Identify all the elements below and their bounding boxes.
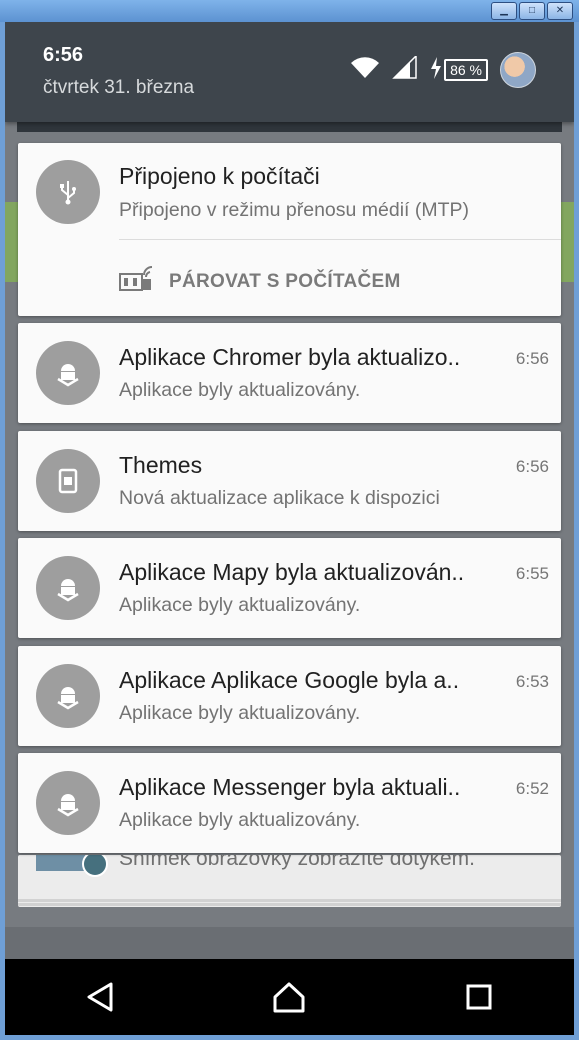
divider — [119, 239, 561, 240]
usb-notification[interactable]: Připojeno k počítači Připojeno v režimu … — [18, 143, 561, 316]
charging-icon — [430, 57, 442, 83]
clock: 6:56 — [43, 44, 84, 66]
usb-icon — [36, 160, 100, 224]
notification-card[interactable]: Aplikace Messenger byla aktuali.. Aplika… — [18, 753, 561, 853]
stack-edge — [18, 899, 561, 902]
stack-edge — [18, 903, 561, 906]
notification-title: Aplikace Messenger byla aktuali.. — [119, 774, 461, 800]
notification-card[interactable]: Themes Nová aktualizace aplikace k dispo… — [18, 431, 561, 531]
notification-title: Aplikace Chromer byla aktualizo.. — [119, 344, 461, 370]
home-button[interactable] — [249, 967, 329, 1027]
status-icons: 86 % — [350, 52, 536, 88]
notification-title: Připojeno k počítači — [119, 163, 320, 189]
minimize-button[interactable]: ▁ — [491, 2, 517, 20]
android-update-icon — [36, 556, 100, 620]
close-button[interactable]: ✕ — [547, 2, 573, 20]
action-label: PÁROVAT S POČÍTAČEM — [169, 271, 401, 292]
wifi-icon — [350, 56, 380, 85]
notification-text: Snímek obrazovky zobrazíte dotykem. — [119, 855, 475, 870]
back-icon — [87, 982, 113, 1012]
phone-screen: 6:56 čtvrtek 31. března 86 % Připojeno k… — [5, 22, 574, 1035]
battery-level: 86 % — [444, 59, 488, 81]
notification-text: Aplikace byly aktualizovány. — [119, 809, 361, 831]
notification-text: Nová aktualizace aplikace k dispozici — [119, 487, 440, 509]
battery-indicator: 86 % — [430, 57, 488, 83]
notification-time: 6:52 — [515, 779, 549, 798]
notification-text: Aplikace byly aktualizovány. — [119, 702, 361, 724]
notification-card[interactable]: Aplikace Aplikace Google byla a.. Aplika… — [18, 646, 561, 746]
maximize-button[interactable]: □ — [519, 2, 545, 20]
back-button[interactable] — [60, 967, 140, 1027]
notification-card[interactable]: Aplikace Mapy byla aktualizován.. Aplika… — [18, 538, 561, 638]
android-update-icon — [36, 341, 100, 405]
notification-time: 6:53 — [515, 672, 549, 691]
navigation-bar — [5, 959, 574, 1035]
user-avatar[interactable] — [500, 52, 536, 88]
notification-time: 6:56 — [515, 457, 549, 476]
notification-text: Aplikace byly aktualizovány. — [119, 379, 361, 401]
window-titlebar: ▁ □ ✕ — [0, 0, 579, 22]
android-update-icon — [36, 771, 100, 835]
notification-text: Aplikace byly aktualizovány. — [119, 594, 361, 616]
notification-time: 6:55 — [515, 564, 549, 583]
notification-card[interactable]: Aplikace Chromer byla aktualizo.. Aplika… — [18, 323, 561, 423]
notification-time: 6:56 — [515, 349, 549, 368]
signal-icon — [392, 53, 418, 85]
recents-button[interactable] — [439, 967, 519, 1027]
notification-text: Připojeno v režimu přenosu médií (MTP) — [119, 199, 470, 221]
status-header[interactable]: 6:56 čtvrtek 31. března 86 % — [5, 22, 574, 122]
notification-title: Aplikace Aplikace Google byla a.. — [119, 667, 460, 693]
android-update-icon — [36, 664, 100, 728]
notification-title: Themes — [119, 452, 203, 478]
recents-icon — [466, 984, 492, 1010]
themes-icon — [36, 449, 100, 513]
pair-with-computer-button[interactable]: PÁROVAT S POČÍTAČEM — [119, 265, 401, 299]
date[interactable]: čtvrtek 31. března — [43, 77, 194, 99]
home-icon — [273, 982, 305, 1013]
image-icon — [82, 855, 108, 877]
header-shadow — [17, 122, 562, 132]
notification-title: Aplikace Mapy byla aktualizován.. — [119, 559, 465, 585]
media-device-icon — [119, 265, 155, 299]
